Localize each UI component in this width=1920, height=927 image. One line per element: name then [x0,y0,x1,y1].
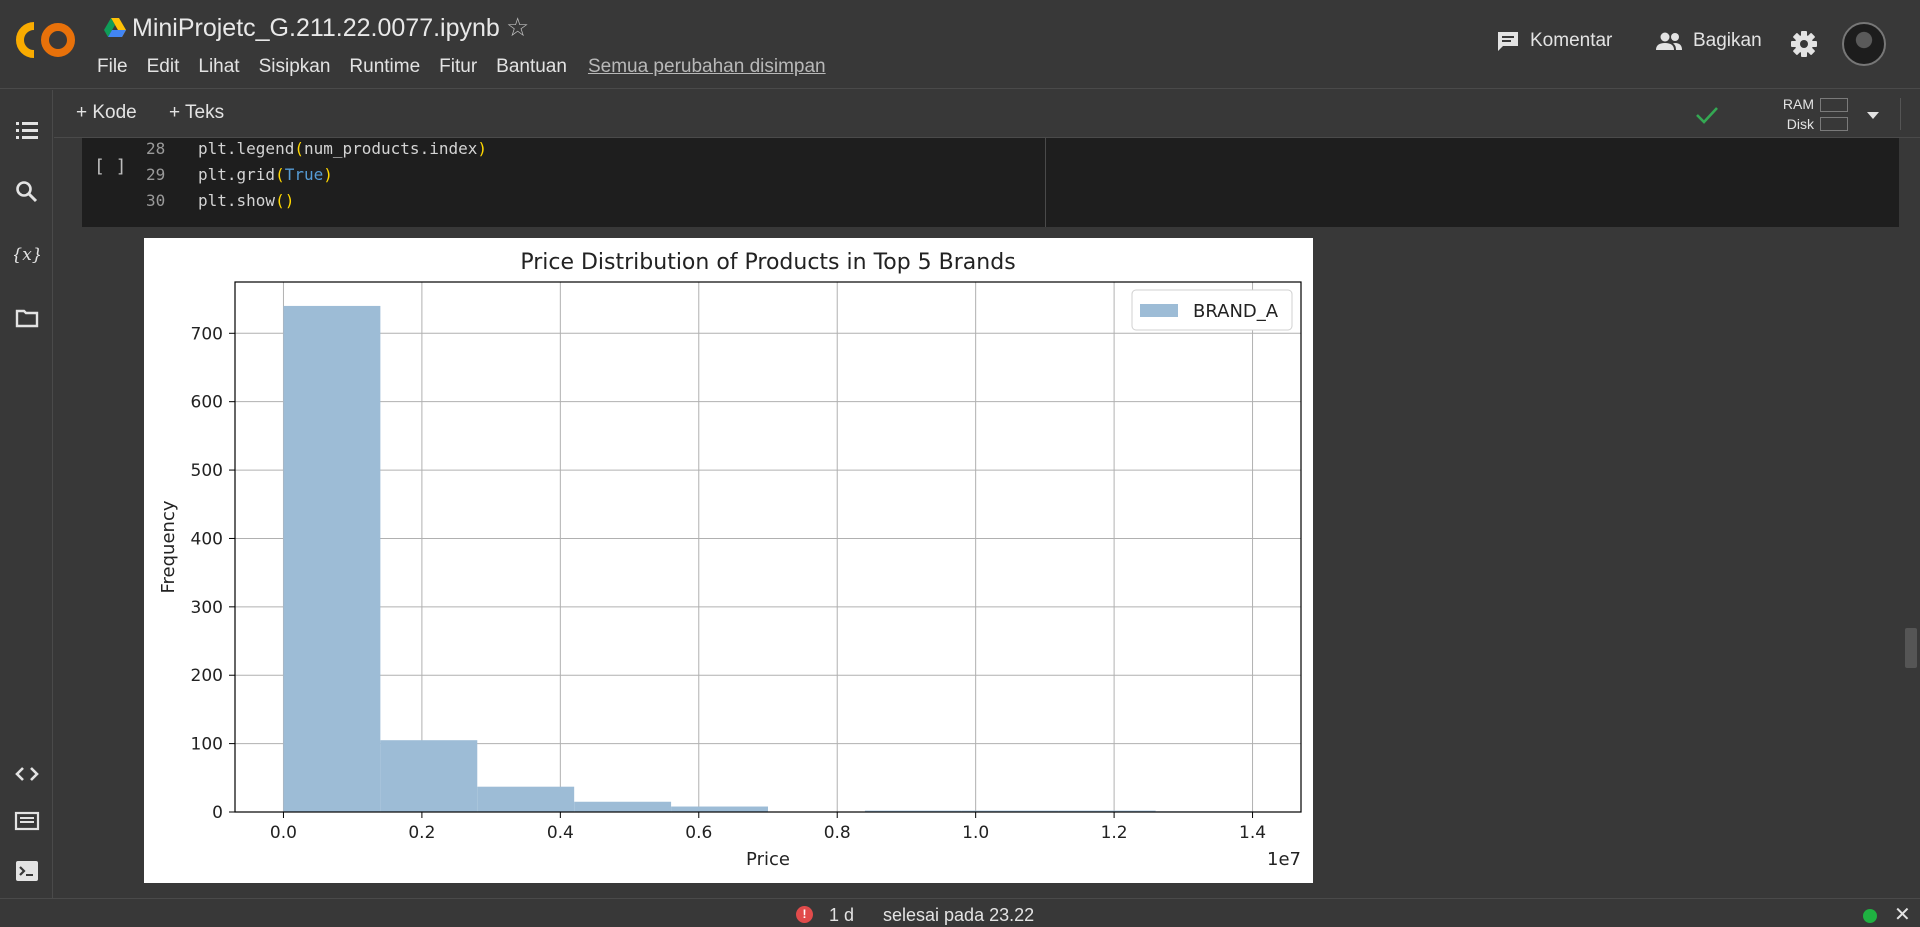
execution-duration: 1 d [829,905,855,925]
terminal-icon[interactable] [14,858,40,884]
x-tick-label: 0.0 [270,823,297,843]
x-tick-label: 0.6 [685,823,712,843]
histogram-bar [477,786,575,812]
disk-meter[interactable] [1820,117,1848,131]
share-button[interactable]: Bagikan [1655,30,1762,52]
cell-output: 0.0 0.2 0.4 0.6 0.8 1.0 1.2 1.4 0 100 200 300 400 500… [144,238,1313,883]
x-tick-label: 0.8 [824,823,851,843]
y-tick-label: 100 [191,735,223,755]
left-sidebar: {x} [0,90,53,898]
y-tick-label: 600 [191,393,223,413]
x-tick-label: 0.2 [408,823,435,843]
scrollbar-thumb[interactable] [1905,628,1917,668]
x-tick-label: 1.2 [1101,823,1128,843]
ram-label: RAM [1782,96,1814,112]
execution-completed: selesai pada 23.22 [883,905,1035,925]
histogram-bar [283,305,381,812]
y-tick-label: 400 [191,529,223,549]
code-text: plt.legend(num_products.index) [198,139,487,158]
code-cell[interactable]: [ ] 28 29 30 plt.legend(num_products.ind… [82,138,1899,227]
y-tick-label: 700 [191,324,223,344]
star-icon[interactable]: ☆ [506,12,529,43]
save-status-link[interactable]: Semua perubahan disimpan [588,56,826,78]
cell-divider [1045,138,1046,227]
code-line[interactable]: plt.show() [198,191,294,210]
chart-title: Price Distribution of Products in Top 5 … [520,250,1015,275]
menu-edit[interactable]: Edit [147,56,180,78]
histogram-bar [574,801,672,812]
chevron-down-icon[interactable] [1864,108,1882,122]
svg-text:{x}: {x} [14,245,40,265]
x-offset-label: 1e7 [1267,849,1301,870]
gear-icon[interactable] [1790,30,1818,58]
code-text: plt.grid(True) [198,165,333,184]
y-tick-label: 0 [212,803,223,823]
code-line[interactable]: plt.grid(True) [198,165,333,184]
y-tick-label: 500 [191,461,223,481]
table-of-contents-icon[interactable] [14,117,40,143]
menu-help[interactable]: Bantuan [496,56,567,78]
histogram-bar [671,806,768,812]
plot-frame [234,281,1302,813]
status-ok-icon [1863,909,1877,923]
add-text-button[interactable]: + Teks [169,102,224,124]
drive-icon [104,18,126,37]
menu-tools[interactable]: Fitur [439,56,477,78]
menu-file[interactable]: File [97,56,128,78]
comment-button[interactable]: Komentar [1496,30,1612,52]
line-number: 28 [146,139,166,158]
y-tick-label: 300 [191,598,223,618]
status-bar: ! 1 d selesai pada 23.22 ✕ [0,898,1920,927]
menu-bar: File Edit Lihat Sisipkan Runtime Fitur B… [97,56,845,78]
error-icon[interactable]: ! [796,906,813,923]
disk-label: Disk [1786,116,1814,132]
line-number: 29 [146,165,166,184]
folder-icon[interactable] [14,305,40,331]
run-cell-button[interactable]: [ ] [94,156,127,177]
histogram-bar [380,740,478,812]
add-code-button[interactable]: + Kode [76,102,137,124]
colab-window: MiniProjetc_G.211.22.0077.ipynb ☆ File E… [0,0,1920,927]
code-text: plt.show() [198,191,295,210]
histogram-chart: 0.0 0.2 0.4 0.6 0.8 1.0 1.2 1.4 0 100 200 300 400 500… [158,250,1302,870]
legend-swatch [1140,304,1178,317]
code-snippets-icon[interactable] [14,761,40,787]
colab-logo[interactable] [14,18,80,62]
command-palette-icon[interactable] [14,808,40,834]
header: MiniProjetc_G.211.22.0077.ipynb ☆ File E… [0,0,1920,89]
x-tick-label: 1.4 [1239,823,1266,843]
x-tick-label: 1.0 [962,823,989,843]
legend-label: BRAND_A [1193,301,1279,322]
toolbar-divider [1900,98,1901,130]
menu-view[interactable]: Lihat [198,56,239,78]
variables-icon[interactable]: {x} [14,241,40,267]
y-tick-label: 200 [191,666,223,686]
y-axis-label: Frequency [158,500,179,593]
ram-meter[interactable] [1820,98,1848,112]
x-axis-label: Price [746,849,790,870]
code-line[interactable]: plt.legend(num_products.index) [198,139,487,158]
notebook-title[interactable]: MiniProjetc_G.211.22.0077.ipynb [132,14,500,43]
people-icon [1656,32,1682,50]
search-icon[interactable] [14,179,40,205]
menu-runtime[interactable]: Runtime [349,56,420,78]
line-number: 30 [146,191,166,210]
x-tick-label: 0.4 [547,823,574,843]
menu-insert[interactable]: Sisipkan [259,56,331,78]
avatar[interactable] [1842,22,1886,66]
comment-icon [1498,32,1518,51]
comment-label: Komentar [1530,30,1613,51]
notebook-toolbar: + Kode + Teks RAM Disk [54,90,1920,138]
close-icon[interactable]: ✕ [1894,902,1911,927]
connected-check-icon[interactable] [1694,102,1720,128]
share-label: Bagikan [1693,30,1762,51]
